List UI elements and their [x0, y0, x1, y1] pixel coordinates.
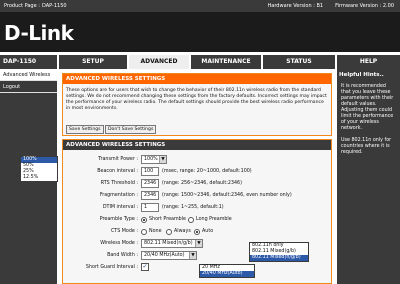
transmit-power-row: Transmit Power : 100% ▼ — [63, 155, 331, 165]
rts-row: RTS Threshold : 2346 (range: 256~2346, d… — [63, 179, 331, 189]
fragmentation-label: Fragmentation : — [99, 193, 138, 198]
beacon-row: Beacon interval : 100 (msec, range: 20~1… — [63, 167, 331, 177]
bandwidth-label: Band Width : — [107, 253, 138, 258]
tab-help[interactable]: HELP — [337, 55, 400, 69]
sidebar-item-advanced-wireless[interactable]: Advanced Wireless — [0, 69, 57, 81]
tab-advanced[interactable]: ADVANCED — [129, 55, 189, 69]
rts-hint: (range: 256~2346, default:2346) — [162, 181, 242, 186]
transmit-power-select[interactable]: 100% ▼ — [141, 155, 167, 164]
product-value: DAP-1150 — [41, 3, 67, 9]
intro-description: These options are for users that wish to… — [66, 88, 327, 111]
cts-auto-label: Auto — [202, 229, 214, 234]
sgi-checkbox[interactable]: ✓ — [141, 263, 149, 271]
model-label: DAP-1150 — [0, 55, 57, 69]
hints-title: Helpful Hints.. — [339, 72, 384, 78]
cts-always-radio[interactable] — [166, 229, 172, 235]
wireless-mode-value: 802.11 Mixed(n/g/b) — [144, 241, 193, 246]
dtim-row: DTIM interval : 1 (range: 1~255, default… — [63, 203, 331, 213]
tab-setup[interactable]: SETUP — [59, 55, 127, 69]
cts-none-label: None — [149, 229, 162, 234]
bandwidth-value: 20/40 MHz(Auto) — [144, 253, 185, 258]
fragmentation-row: Fragmentation : 2346 (range: 1500~2346, … — [63, 191, 331, 201]
dtim-input[interactable]: 1 — [141, 203, 159, 212]
chevron-down-icon: ▼ — [189, 252, 196, 259]
intro-panel: ADVANCED WIRELESS SETTINGS These options… — [62, 73, 332, 136]
transmit-power-options: 100% 50% 25% 12.5% — [20, 156, 58, 182]
hardware-version: Hardware Version : B1 — [267, 3, 324, 9]
hint-text: Use 802.11n only for countries where it … — [341, 138, 392, 155]
product-label: Product Page : — [4, 3, 40, 9]
wireless-mode-options: 802.11n only 802.11 Mixed(g/b) 802.11 Mi… — [249, 242, 309, 262]
settings-title: ADVANCED WIRELESS SETTINGS — [63, 140, 331, 150]
transmit-power-option[interactable]: 12.5% — [21, 175, 57, 181]
bandwidth-option[interactable]: 20/40 MHz(Auto) — [200, 271, 254, 277]
helpful-hints-panel: Helpful Hints.. It is recommended that y… — [337, 69, 400, 284]
tab-maintenance[interactable]: MAINTENANCE — [191, 55, 261, 69]
fragmentation-input[interactable]: 2346 — [141, 191, 159, 200]
bandwidth-select[interactable]: 20/40 MHz(Auto) ▼ — [141, 251, 197, 260]
chevron-down-icon: ▼ — [195, 240, 202, 247]
cts-label: CTS Mode : — [110, 229, 138, 234]
preamble-long-label: Long Preamble — [196, 217, 232, 222]
fragmentation-hint: (range: 1500~2346, default:2346, even nu… — [162, 193, 292, 198]
bandwidth-options: 20 MHz 20/40 MHz(Auto) — [199, 264, 255, 278]
preamble-row: Preamble Type : Short Preamble Long Prea… — [63, 215, 331, 225]
beacon-hint: (msec, range: 20~1000, default:100) — [162, 169, 252, 174]
cts-none-radio[interactable] — [141, 229, 147, 235]
rts-label: RTS Threshold : — [100, 181, 138, 186]
hint-text: It is recommended that you leave these p… — [341, 84, 394, 131]
save-settings-button[interactable]: Save Settings — [66, 125, 104, 134]
top-nav: DAP-1150 SETUP ADVANCED MAINTENANCE STAT… — [0, 55, 400, 69]
settings-panel: ADVANCED WIRELESS SETTINGS Transmit Powe… — [62, 139, 332, 284]
rts-input[interactable]: 2346 — [141, 179, 159, 188]
preamble-short-label: Short Preamble — [149, 217, 186, 222]
sgi-row: Short Guard Interval : ✓ — [63, 263, 331, 273]
beacon-label: Beacon interval : — [97, 169, 138, 174]
wireless-mode-option[interactable]: 802.11 Mixed(n/g/b) — [250, 255, 308, 261]
sgi-label: Short Guard Interval : — [85, 265, 138, 270]
dlink-logo: D-Link — [4, 21, 74, 45]
dont-save-settings-button[interactable]: Don't Save Settings — [105, 125, 157, 134]
transmit-power-label: Transmit Power : — [98, 157, 138, 162]
cts-auto-radio[interactable] — [194, 229, 200, 235]
wireless-mode-select[interactable]: 802.11 Mixed(n/g/b) ▼ — [141, 239, 203, 248]
product-info: Product Page : DAP-1150 — [4, 0, 67, 12]
beacon-input[interactable]: 100 — [141, 167, 159, 176]
tab-status[interactable]: STATUS — [263, 55, 335, 69]
dtim-hint: (range: 1~255, default:1) — [162, 205, 224, 210]
cts-always-label: Always — [174, 229, 191, 234]
dtim-label: DTIM interval : — [102, 205, 138, 210]
chevron-down-icon: ▼ — [159, 156, 166, 163]
transmit-power-value: 100% — [144, 157, 158, 162]
wireless-mode-label: Wireless Mode : — [100, 241, 138, 246]
firmware-version: Firmware Version : 2.00 — [335, 3, 394, 9]
preamble-label: Preamble Type : — [99, 217, 138, 222]
cts-row: CTS Mode : None Always Auto — [63, 227, 331, 237]
intro-title: ADVANCED WIRELESS SETTINGS — [63, 74, 331, 84]
brand-header: D-Link — [0, 12, 400, 52]
version-info: Hardware Version : B1 Firmware Version : … — [268, 0, 394, 12]
preamble-long-radio[interactable] — [188, 217, 194, 223]
sidebar-item-logout[interactable]: Logout — [0, 81, 57, 93]
preamble-short-radio[interactable] — [141, 217, 147, 223]
top-info-bar: Product Page : DAP-1150 Hardware Version … — [0, 0, 400, 12]
main-content: ADVANCED WIRELESS SETTINGS These options… — [59, 69, 335, 284]
